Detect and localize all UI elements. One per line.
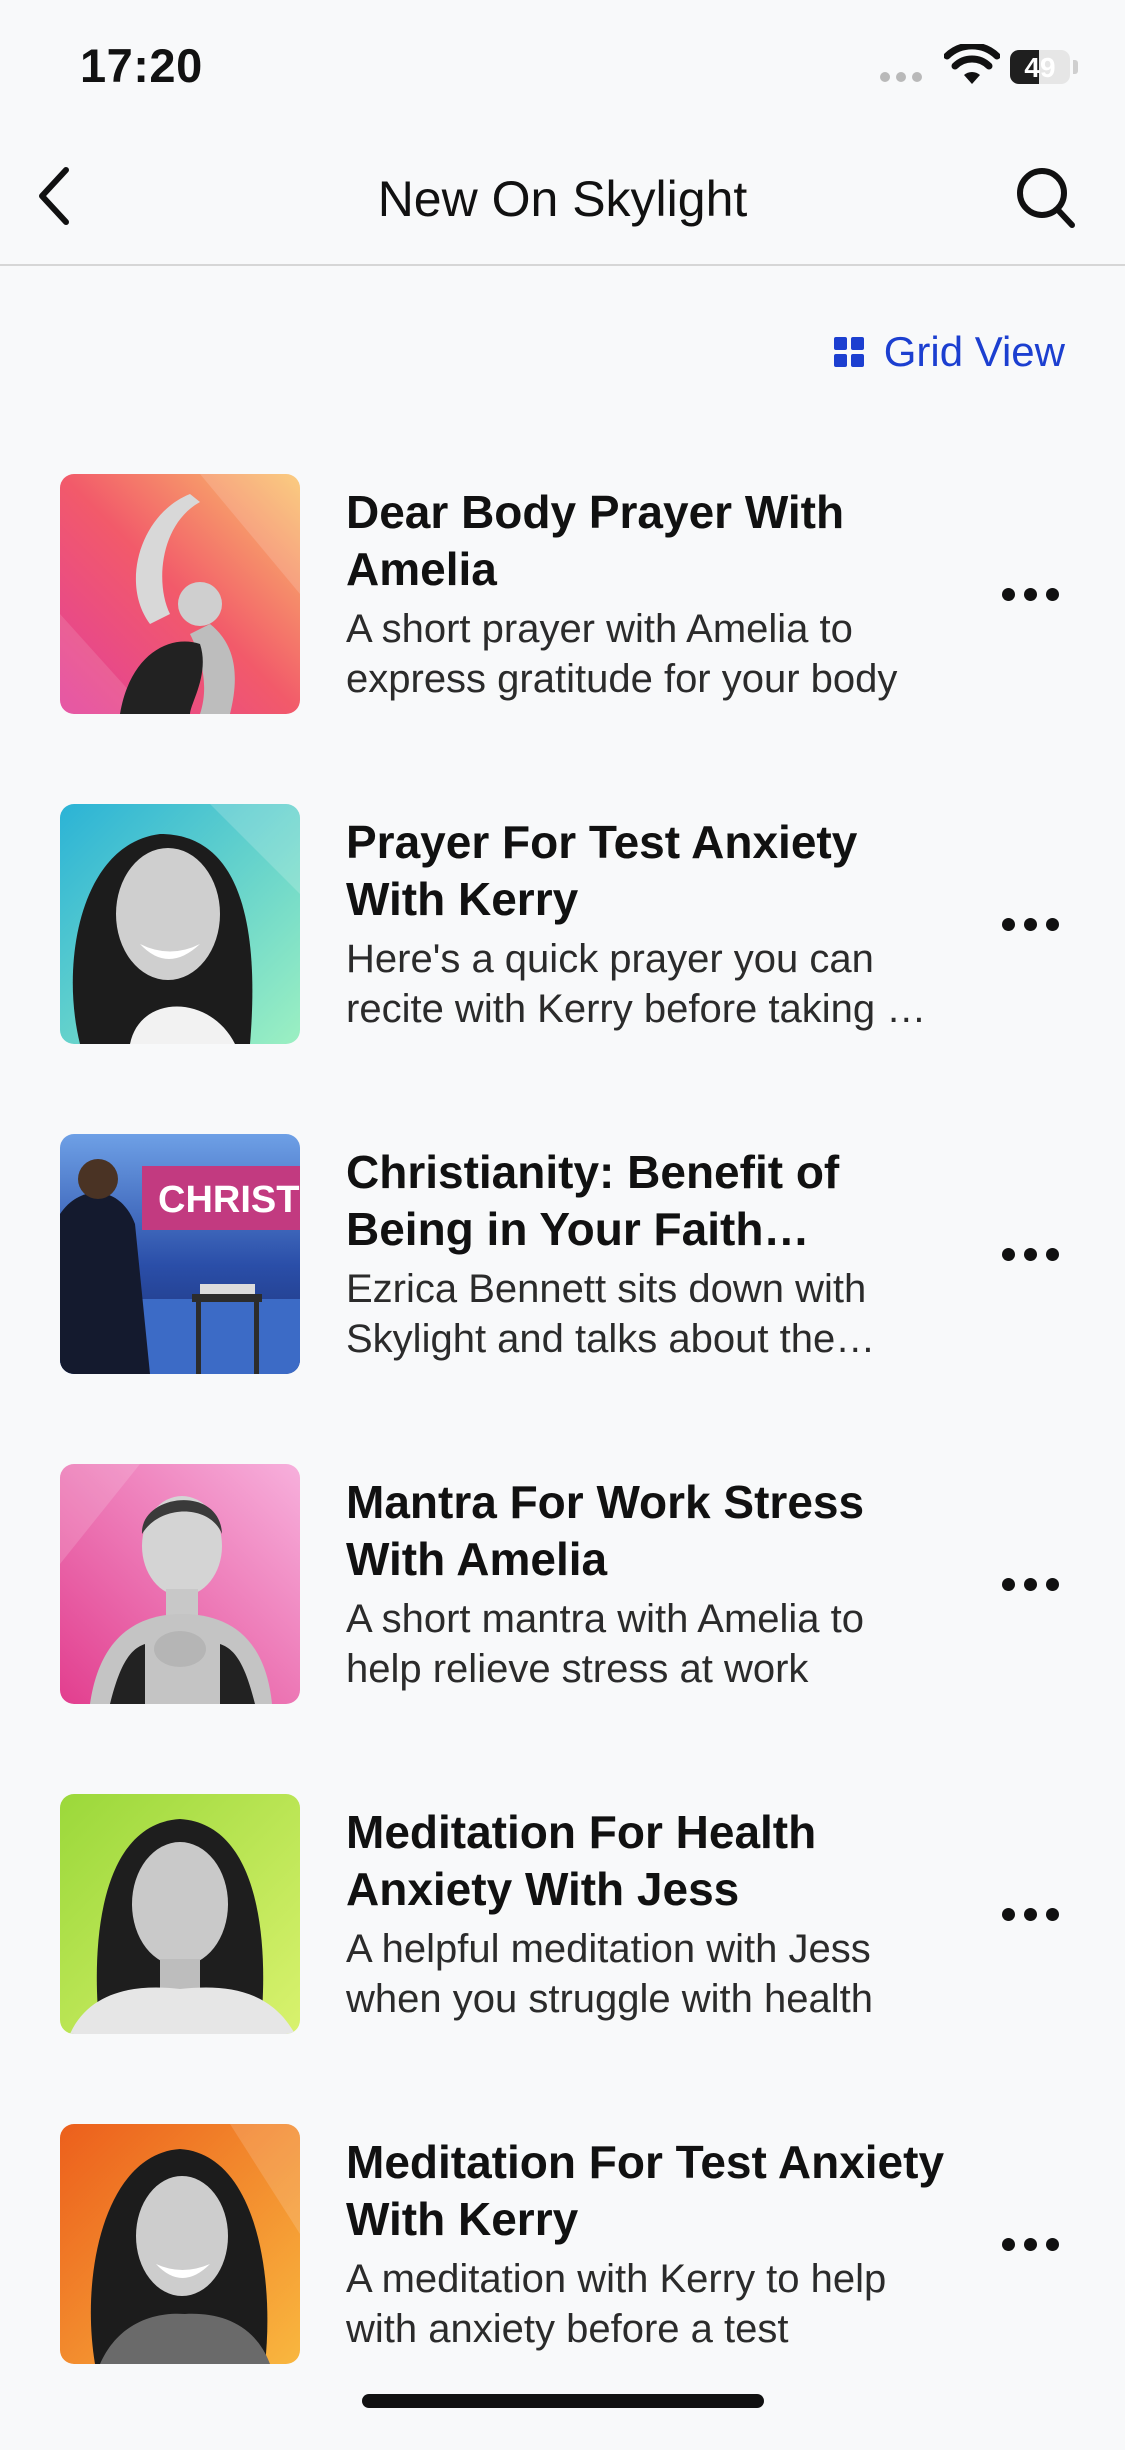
grid-view-toggle[interactable]: Grid View — [833, 328, 1065, 376]
search-button[interactable] — [1010, 158, 1082, 238]
wifi-icon — [944, 44, 1000, 84]
item-title: Dear Body Prayer With Amelia — [346, 486, 845, 595]
grid-icon — [833, 337, 864, 367]
item-text: Meditation For Health Anxiety With Jess … — [346, 1804, 946, 2024]
item-description: Here's a quick prayer you can recite wit… — [346, 937, 909, 1031]
thumbnail-image[interactable]: CHRIST — [60, 1134, 300, 1374]
item-text: Dear Body Prayer With Amelia A short pra… — [346, 484, 946, 704]
item-title: Meditation For Health Anxiety With Jess — [346, 1806, 817, 1915]
thumbnail-image[interactable] — [60, 1464, 300, 1704]
list-item[interactable]: Meditation For Health Anxiety With Jess … — [0, 1790, 1125, 2120]
thumbnail-image[interactable] — [60, 2124, 300, 2364]
status-bar: 17:20 49 — [0, 0, 1125, 130]
more-options-button[interactable] — [990, 564, 1070, 624]
more-options-button[interactable] — [990, 894, 1070, 954]
navigation-bar: New On Skylight — [0, 130, 1125, 266]
battery-icon: 49 — [1010, 50, 1070, 84]
list-item[interactable]: Dear Body Prayer With Amelia A short pra… — [0, 470, 1125, 800]
list-item[interactable]: Mantra For Work Stress With Amelia A sho… — [0, 1460, 1125, 1790]
item-title: Christianity: Benefit of Being in Your F… — [346, 1146, 840, 1255]
thumbnail-image[interactable] — [60, 804, 300, 1044]
more-options-button[interactable] — [990, 1554, 1070, 1614]
item-description: A short mantra with Amelia to help relie… — [346, 1597, 865, 1691]
battery-tip — [1073, 60, 1078, 74]
item-text: Mantra For Work Stress With Amelia A sho… — [346, 1474, 946, 1694]
item-description: A helpful meditation with Jess when you … — [346, 1927, 873, 2021]
more-options-button[interactable] — [990, 2214, 1070, 2274]
grid-view-label: Grid View — [883, 328, 1065, 375]
thumbnail-image[interactable] — [60, 1794, 300, 2034]
item-text: Prayer For Test Anxiety With Kerry Here'… — [346, 814, 946, 1034]
thumbnail-image[interactable] — [60, 474, 300, 714]
cellular-signal-icon — [880, 72, 922, 82]
item-description: Ezrica Bennett sits down with Skylight a… — [346, 1267, 867, 1361]
list-item[interactable]: Prayer For Test Anxiety With Kerry Here'… — [0, 800, 1125, 1130]
item-text: Meditation For Test Anxiety With Kerry A… — [346, 2134, 946, 2354]
item-text: Christianity: Benefit of Being in Your F… — [346, 1144, 946, 1364]
item-title: Mantra For Work Stress With Amelia — [346, 1476, 865, 1585]
thumbnail-badge: CHRIST — [158, 1179, 299, 1221]
search-icon — [1017, 168, 1075, 228]
item-title: Meditation For Test Anxiety With Kerry — [346, 2136, 945, 2245]
item-description: A short prayer with Amelia to express gr… — [346, 607, 898, 701]
item-description: A meditation with Kerry to help with anx… — [346, 2257, 887, 2351]
content-list: Dear Body Prayer With Amelia A short pra… — [0, 470, 1125, 2450]
item-title: Prayer For Test Anxiety With Kerry — [346, 816, 858, 925]
battery-percent: 49 — [1024, 52, 1056, 83]
status-time: 17:20 — [80, 39, 203, 92]
list-item[interactable]: CHRIST Christianity: Benefit of Being in… — [0, 1130, 1125, 1460]
more-options-button[interactable] — [990, 1884, 1070, 1944]
home-indicator[interactable] — [362, 2394, 764, 2408]
more-options-button[interactable] — [990, 1224, 1070, 1284]
page-title: New On Skylight — [377, 171, 748, 227]
